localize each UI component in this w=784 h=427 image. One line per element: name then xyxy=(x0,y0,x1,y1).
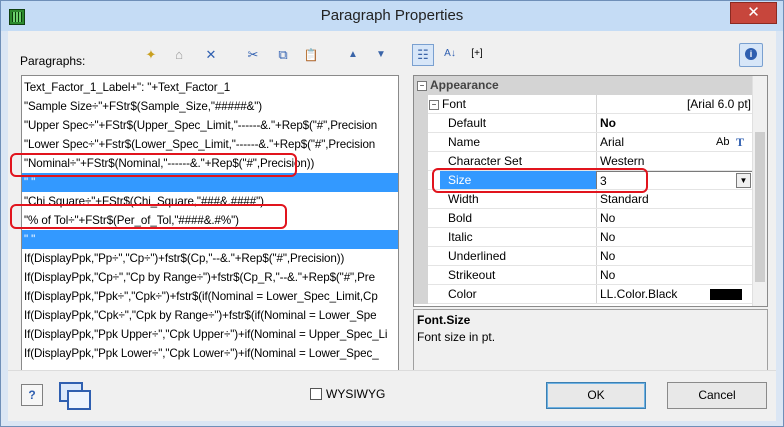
category-label: Appearance xyxy=(430,78,499,92)
property-row[interactable]: Color LL.Color.Black xyxy=(414,285,754,304)
list-item[interactable]: If(DisplayPpk,"Ppk Lower÷","Cpk Lower÷")… xyxy=(22,344,398,363)
grid-gutter xyxy=(414,247,428,266)
expand-all-icon[interactable]: [+] xyxy=(464,44,490,64)
paste-icon[interactable]: 📋 xyxy=(301,45,321,65)
properties-icon[interactable]: ⌂ xyxy=(169,45,189,65)
property-value[interactable]: Arial xyxy=(596,133,754,152)
property-name: Font xyxy=(442,97,467,111)
description-title: Font.Size xyxy=(417,313,471,327)
list-item[interactable]: "Upper Spec÷"+FStr$(Upper_Spec_Limit,"--… xyxy=(22,116,398,135)
list-item[interactable]: If(DisplayPpk,"Cp÷","Cp by Range÷")+fstr… xyxy=(22,268,398,287)
property-name: Name xyxy=(448,135,481,149)
sort-alpha-icon[interactable]: A↓ xyxy=(440,44,460,64)
annotation-highlight xyxy=(10,153,297,177)
close-button[interactable]: ✕ xyxy=(730,2,777,24)
dialog-client: Paragraphs: ✦ ⌂ ✕ ✂ ⧉ 📋 ▲ ▼ Text_Factor_… xyxy=(8,31,776,421)
title-bar[interactable]: Paragraph Properties ✕ xyxy=(1,1,783,31)
info-icon: i xyxy=(745,48,757,60)
window-layout-icon[interactable] xyxy=(57,380,91,410)
new-paragraph-icon[interactable]: ✦ xyxy=(141,45,161,65)
copy-icon[interactable]: ⧉ xyxy=(273,45,293,65)
help-button[interactable]: ? xyxy=(21,384,43,406)
dropdown-arrow-icon[interactable]: ▼ xyxy=(736,173,751,188)
property-value[interactable]: No xyxy=(596,228,754,247)
list-item[interactable]: "Lower Spec÷"+Fstr$(Lower_Spec_Limit,"--… xyxy=(22,135,398,154)
panel-splitter[interactable] xyxy=(404,75,408,371)
window-title: Paragraph Properties xyxy=(320,7,464,24)
category-row[interactable]: − Appearance xyxy=(414,76,754,95)
property-name: Italic xyxy=(448,230,473,244)
list-item[interactable]: If(DisplayPpk,"Cpk÷","Cpk by Range÷")+fs… xyxy=(22,306,398,325)
grid-scrollbar[interactable] xyxy=(752,76,767,306)
property-name: Bold xyxy=(448,211,473,225)
grid-gutter xyxy=(414,285,428,304)
property-row[interactable]: Italic No xyxy=(414,228,754,247)
move-down-icon[interactable]: ▼ xyxy=(371,45,391,65)
font-preview-icon: Ab xyxy=(716,136,730,148)
property-name: Default xyxy=(448,116,487,130)
property-value: [Arial 6.0 pt] xyxy=(596,95,754,114)
paragraphs-label: Paragraphs: xyxy=(20,54,86,68)
annotation-highlight xyxy=(10,204,287,229)
ok-button[interactable]: OK xyxy=(546,382,646,409)
property-value[interactable]: No xyxy=(596,247,754,266)
move-up-icon[interactable]: ▲ xyxy=(343,45,363,65)
property-name: Color xyxy=(448,287,477,301)
grid-gutter xyxy=(414,171,428,190)
property-row[interactable]: Bold No xyxy=(414,209,754,228)
color-swatch xyxy=(710,289,742,300)
scrollbar-thumb[interactable] xyxy=(755,132,765,282)
categorized-view-icon[interactable]: ☷ xyxy=(412,44,434,66)
grid-gutter xyxy=(414,266,428,285)
list-item-selected[interactable]: " " xyxy=(22,230,398,249)
property-row[interactable]: Name Arial Ab T xyxy=(414,133,754,152)
property-row[interactable]: Default No xyxy=(414,114,754,133)
cut-icon[interactable]: ✂ xyxy=(243,45,263,65)
collapse-icon[interactable]: − xyxy=(417,81,427,91)
list-item[interactable]: Text_Factor_1_Label+": "+Text_Factor_1 xyxy=(22,78,398,97)
checkbox-box[interactable] xyxy=(310,388,322,400)
cancel-button[interactable]: Cancel xyxy=(667,382,767,409)
wysiwyg-label: WYSIWYG xyxy=(326,387,386,401)
list-item[interactable]: If(DisplayPpk,"Ppk÷","Cpk÷")+fstr$(if(No… xyxy=(22,287,398,306)
row-divider xyxy=(428,303,754,304)
truetype-icon: T xyxy=(736,135,745,149)
font-row[interactable]: − Font [Arial 6.0 pt] xyxy=(414,95,754,114)
grid-gutter xyxy=(414,95,428,114)
grid-gutter xyxy=(414,114,428,133)
property-value[interactable]: No xyxy=(596,266,754,285)
grid-gutter xyxy=(414,133,428,152)
collapse-icon[interactable]: − xyxy=(429,100,439,110)
grid-gutter xyxy=(414,228,428,247)
list-item[interactable]: "Sample Size÷"+FStr$(Sample_Size,"#####&… xyxy=(22,97,398,116)
property-name: Underlined xyxy=(448,249,507,263)
annotation-highlight xyxy=(432,168,648,193)
description-panel: Font.Size Font size in pt. xyxy=(413,309,768,371)
grid-gutter xyxy=(414,190,428,209)
property-toolbar: ☷ A↓ [+] i xyxy=(412,43,772,67)
info-button[interactable]: i xyxy=(739,43,763,67)
property-row[interactable]: Strikeout No xyxy=(414,266,754,285)
paragraph-toolbar: ✦ ⌂ ✕ ✂ ⧉ 📋 ▲ ▼ xyxy=(141,45,391,65)
property-value[interactable]: No xyxy=(596,209,754,228)
list-item[interactable]: If(DisplayPpk,"Ppk Upper÷","Cpk Upper÷")… xyxy=(22,325,398,344)
property-name: Strikeout xyxy=(448,268,496,282)
grid-gutter xyxy=(414,209,428,228)
grid-gutter xyxy=(414,152,428,171)
list-item[interactable]: If(DisplayPpk,"Pp÷","Cp÷")+fstr$(Cp,"--&… xyxy=(22,249,398,268)
description-text: Font size in pt. xyxy=(417,330,496,344)
property-row[interactable]: Underlined No xyxy=(414,247,754,266)
footer-divider xyxy=(8,370,776,371)
delete-icon[interactable]: ✕ xyxy=(201,45,221,65)
dialog-window: Paragraph Properties ✕ Paragraphs: ✦ ⌂ ✕… xyxy=(0,0,784,427)
wysiwyg-checkbox[interactable]: WYSIWYG xyxy=(310,387,385,401)
property-value[interactable]: No xyxy=(596,114,754,133)
